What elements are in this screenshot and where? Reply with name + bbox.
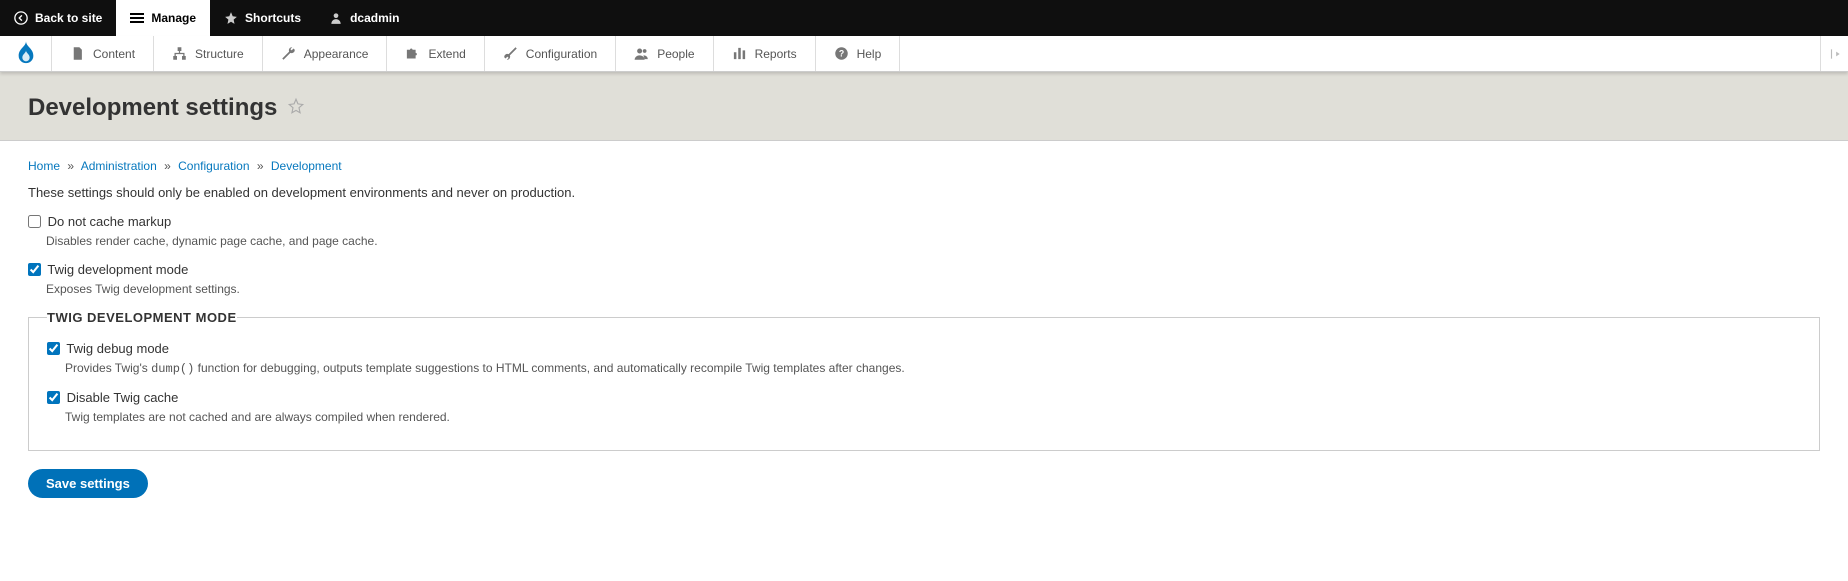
form-item-disable-cache: Disable Twig cache Twig templates are no… — [47, 390, 1801, 424]
manage-label: Manage — [151, 11, 196, 25]
no-cache-desc: Disables render cache, dynamic page cach… — [46, 234, 1820, 248]
menu-help[interactable]: ? Help — [816, 36, 901, 71]
back-to-site-link[interactable]: Back to site — [0, 0, 116, 36]
toolbar-orientation-toggle[interactable] — [1820, 36, 1848, 71]
twig-debug-label[interactable]: Twig debug mode — [47, 341, 169, 356]
back-arrow-icon — [14, 11, 28, 25]
page-title: Development settings — [28, 94, 1820, 122]
menu-appearance[interactable]: Appearance — [263, 36, 388, 71]
menu-configuration[interactable]: Configuration — [485, 36, 616, 71]
content-region: Home » Administration » Configuration » … — [0, 141, 1848, 516]
twig-debug-checkbox[interactable] — [47, 342, 60, 355]
menu-people[interactable]: People — [616, 36, 713, 71]
no-cache-checkbox[interactable] — [28, 215, 41, 228]
twig-fieldset: Twig development mode Twig debug mode Pr… — [28, 310, 1820, 451]
wrench2-icon — [503, 46, 518, 61]
shortcut-star-icon[interactable] — [287, 94, 305, 122]
save-settings-button[interactable]: Save settings — [28, 469, 148, 498]
disable-cache-label[interactable]: Disable Twig cache — [47, 390, 178, 405]
breadcrumb: Home » Administration » Configuration » … — [28, 159, 1820, 173]
people-icon — [634, 46, 649, 61]
help-icon: ? — [834, 46, 849, 61]
menu-content[interactable]: Content — [52, 36, 154, 71]
hierarchy-icon — [172, 46, 187, 61]
svg-text:?: ? — [838, 49, 843, 59]
shortcuts-label: Shortcuts — [245, 11, 301, 25]
form-item-twig-debug: Twig debug mode Provides Twig's dump() f… — [47, 341, 1801, 376]
puzzle-icon — [405, 46, 420, 61]
menu-reports[interactable]: Reports — [714, 36, 816, 71]
form-item-twig-dev: Twig development mode Exposes Twig devel… — [28, 262, 1820, 296]
admin-menu: Content Structure Appearance Extend Conf… — [0, 36, 1848, 72]
manage-toggle[interactable]: Manage — [116, 0, 210, 36]
no-cache-label[interactable]: Do not cache markup — [28, 214, 171, 229]
user-label: dcadmin — [350, 11, 399, 25]
disable-cache-desc: Twig templates are not cached and are al… — [65, 410, 1801, 424]
form-item-no-cache: Do not cache markup Disables render cach… — [28, 214, 1820, 248]
page-header: Development settings — [0, 72, 1848, 141]
shortcuts-link[interactable]: Shortcuts — [210, 0, 315, 36]
twig-dev-desc: Exposes Twig development settings. — [46, 282, 1820, 296]
top-toolbar: Back to site Manage Shortcuts dcadmin — [0, 0, 1848, 36]
disable-cache-checkbox[interactable] — [47, 391, 60, 404]
hamburger-icon — [130, 11, 144, 25]
file-icon — [70, 46, 85, 61]
bars-icon — [732, 46, 747, 61]
twig-fieldset-legend: Twig development mode — [47, 310, 237, 325]
user-icon — [329, 11, 343, 25]
breadcrumb-config[interactable]: Configuration — [178, 159, 249, 173]
drupal-logo[interactable] — [0, 36, 52, 71]
breadcrumb-home[interactable]: Home — [28, 159, 60, 173]
star-icon — [224, 11, 238, 25]
twig-dev-label[interactable]: Twig development mode — [28, 262, 188, 277]
user-menu[interactable]: dcadmin — [315, 0, 413, 36]
wrench-icon — [281, 46, 296, 61]
menu-structure[interactable]: Structure — [154, 36, 263, 71]
back-to-site-label: Back to site — [35, 11, 102, 25]
twig-dev-checkbox[interactable] — [28, 263, 41, 276]
breadcrumb-dev[interactable]: Development — [271, 159, 342, 173]
intro-text: These settings should only be enabled on… — [28, 185, 1820, 200]
menu-extend[interactable]: Extend — [387, 36, 484, 71]
twig-debug-desc: Provides Twig's dump() function for debu… — [65, 361, 1801, 376]
breadcrumb-admin[interactable]: Administration — [81, 159, 157, 173]
